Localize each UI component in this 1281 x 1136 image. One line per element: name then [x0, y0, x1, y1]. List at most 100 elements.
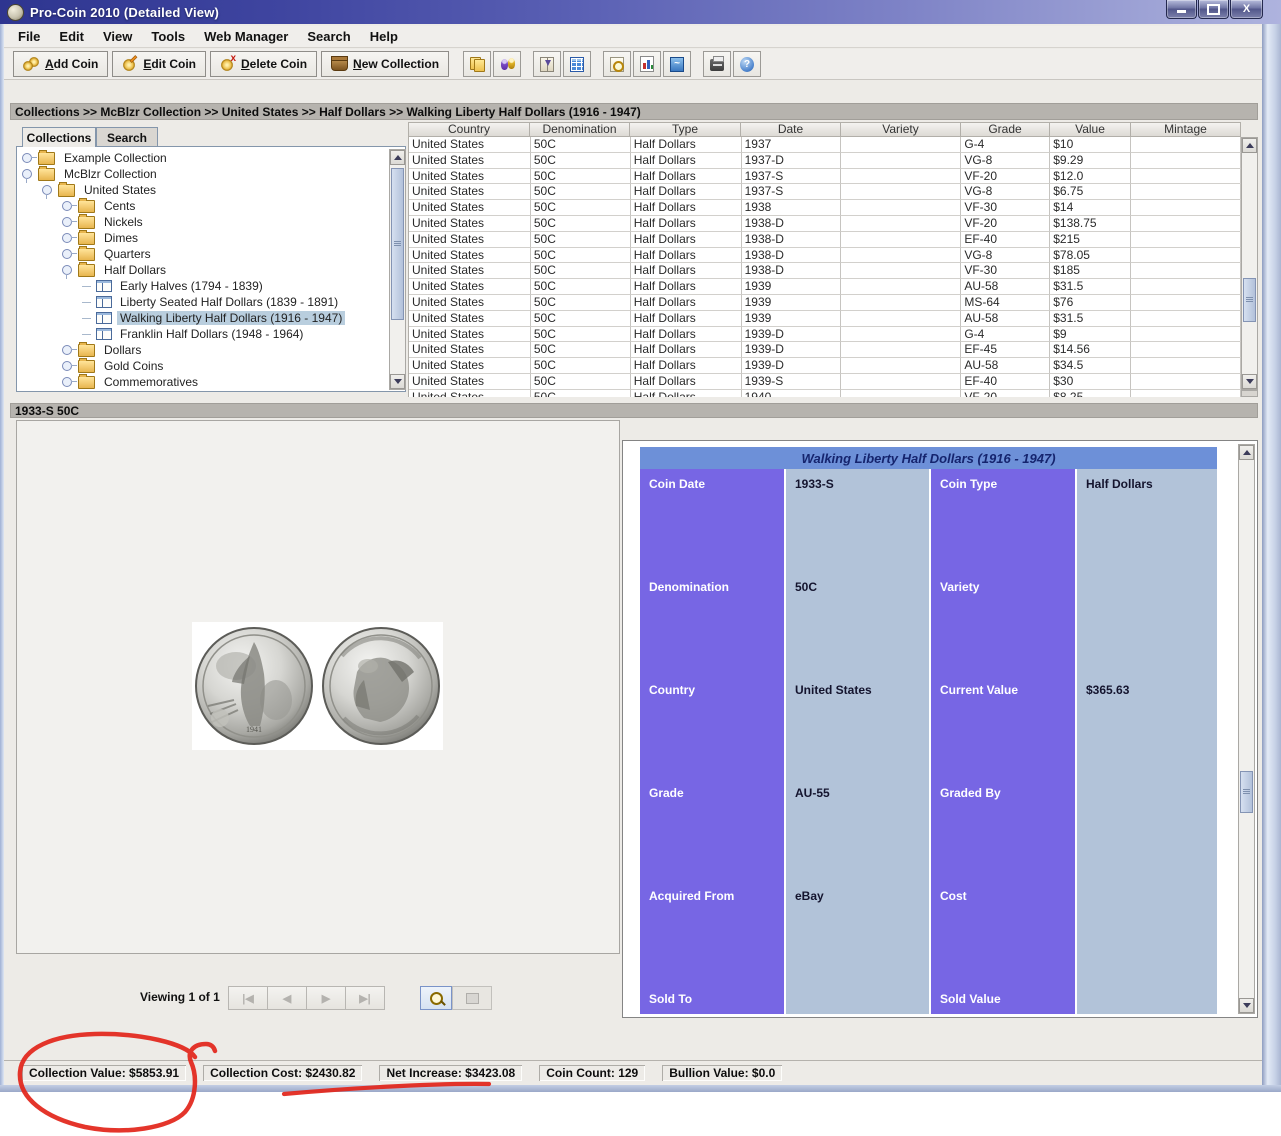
new-collection-button[interactable]: New Collection: [321, 51, 449, 77]
table-row[interactable]: United States50CHalf Dollars1937-SVG-8$6…: [409, 184, 1241, 200]
detail-scroll-up-button[interactable]: [1239, 445, 1254, 460]
tree-item-mcblzr-collection[interactable]: McBlzr Collection: [18, 166, 388, 182]
menu-edit[interactable]: Edit: [59, 29, 84, 44]
column-header-date[interactable]: Date: [741, 122, 841, 137]
nav-next-button[interactable]: ▶: [307, 986, 346, 1010]
print-button[interactable]: [703, 51, 731, 77]
help-button[interactable]: [733, 51, 761, 77]
table-row[interactable]: United States50CHalf Dollars1937-DVG-8$9…: [409, 153, 1241, 169]
column-header-country[interactable]: Country: [408, 122, 530, 137]
table-row[interactable]: United States50CHalf Dollars1938-DEF-40$…: [409, 232, 1241, 248]
nav-prev-button[interactable]: ◀: [268, 986, 307, 1010]
column-header-mintage[interactable]: Mintage: [1131, 122, 1241, 137]
menu-view[interactable]: View: [103, 29, 132, 44]
table-row[interactable]: United States50CHalf Dollars1938VF-30$14: [409, 200, 1241, 216]
zoom-image-button[interactable]: [420, 986, 452, 1010]
table-row[interactable]: United States50CHalf Dollars1939-DEF-45$…: [409, 342, 1241, 358]
tree-expanded-handle-icon[interactable]: [42, 185, 52, 195]
delete-coin-button[interactable]: Delete Coin: [210, 51, 317, 77]
tree-item-commemoratives[interactable]: Commemoratives: [18, 374, 388, 390]
add-coin-button[interactable]: Add Coin: [13, 51, 108, 77]
tree-scroll-up-button[interactable]: [390, 150, 405, 165]
table-row[interactable]: United States50CHalf Dollars1939MS-64$76: [409, 295, 1241, 311]
column-header-variety[interactable]: Variety: [841, 122, 961, 137]
tree-scroll-down-button[interactable]: [390, 374, 405, 389]
table-cell: 50C: [531, 374, 631, 390]
detail-field-value: Half Dollars: [1077, 469, 1217, 572]
table-cell: United States: [409, 311, 531, 327]
tree-expanded-handle-icon[interactable]: [62, 265, 72, 275]
table-row[interactable]: United States50CHalf Dollars1939AU-58$31…: [409, 311, 1241, 327]
tree-item-dollars[interactable]: Dollars: [18, 342, 388, 358]
tree-item-early-halves-1794-1839[interactable]: Early Halves (1794 - 1839): [18, 278, 388, 294]
detail-scroll-thumb[interactable]: [1240, 771, 1253, 813]
table-scrollbar[interactable]: [1241, 137, 1258, 390]
copy-button[interactable]: [463, 51, 491, 77]
detail-scroll-down-button[interactable]: [1239, 998, 1254, 1013]
table-row[interactable]: United States50CHalf Dollars1939-DG-4$9: [409, 327, 1241, 343]
preview-button[interactable]: [603, 51, 631, 77]
column-header-grade[interactable]: Grade: [961, 122, 1050, 137]
menu-web-manager[interactable]: Web Manager: [204, 29, 288, 44]
import-book-button[interactable]: [533, 51, 561, 77]
detail-field-label: Sold Value: [931, 984, 1075, 1014]
tree-item-cents[interactable]: Cents: [18, 198, 388, 214]
menu-file[interactable]: File: [18, 29, 40, 44]
menu-search[interactable]: Search: [307, 29, 350, 44]
tree-item-half-dollars[interactable]: Half Dollars: [18, 262, 388, 278]
tree-collapsed-handle-icon[interactable]: [62, 345, 72, 355]
table-cell: [841, 216, 961, 232]
move-coins-button[interactable]: [493, 51, 521, 77]
edit-coin-button[interactable]: Edit Coin: [112, 51, 206, 77]
nav-last-button[interactable]: ▶|: [346, 986, 385, 1010]
tree-item-gold-coins[interactable]: Gold Coins: [18, 358, 388, 374]
column-header-type[interactable]: Type: [630, 122, 741, 137]
nav-first-button[interactable]: |◀: [228, 986, 268, 1010]
tree-collapsed-handle-icon[interactable]: [62, 233, 72, 243]
table-cell: United States: [409, 279, 531, 295]
column-header-value[interactable]: Value: [1050, 122, 1131, 137]
tree-scrollbar[interactable]: [389, 149, 406, 390]
tree-item-united-states[interactable]: United States: [18, 182, 388, 198]
tree-item-walking-liberty-half-dollars-1916-1947[interactable]: Walking Liberty Half Dollars (1916 - 194…: [18, 310, 388, 326]
table-row[interactable]: United States50CHalf Dollars1939-DAU-58$…: [409, 358, 1241, 374]
table-row[interactable]: United States50CHalf Dollars1937-SVF-20$…: [409, 169, 1241, 185]
column-header-denomination[interactable]: Denomination: [530, 122, 630, 137]
chart-button[interactable]: [633, 51, 661, 77]
tree-item-example-collection[interactable]: Example Collection: [18, 150, 388, 166]
tree-collapsed-handle-icon[interactable]: [62, 201, 72, 211]
tree-expanded-handle-icon[interactable]: [22, 169, 32, 179]
edit-image-button[interactable]: [452, 986, 492, 1010]
close-button[interactable]: X: [1230, 0, 1263, 19]
tab-collections[interactable]: Collections: [22, 127, 96, 147]
tree-item-nickels[interactable]: Nickels: [18, 214, 388, 230]
menu-tools[interactable]: Tools: [151, 29, 185, 44]
tree-item-dimes[interactable]: Dimes: [18, 230, 388, 246]
maximize-button[interactable]: [1198, 0, 1229, 19]
tree-collapsed-handle-icon[interactable]: [22, 153, 32, 163]
tree-item-franklin-half-dollars-1948-1964[interactable]: Franklin Half Dollars (1948 - 1964): [18, 326, 388, 342]
table-row[interactable]: United States50CHalf Dollars1937G-4$10: [409, 137, 1241, 153]
table-scroll-down-button[interactable]: [1242, 374, 1257, 389]
tree-scroll-thumb[interactable]: [391, 168, 404, 320]
tab-search[interactable]: Search: [96, 127, 158, 147]
report-table-button[interactable]: [563, 51, 591, 77]
menu-help[interactable]: Help: [370, 29, 398, 44]
table-row[interactable]: United States50CHalf Dollars1940VF-20$8.…: [409, 390, 1241, 397]
tree-collapsed-handle-icon[interactable]: [62, 249, 72, 259]
table-scroll-thumb[interactable]: [1243, 278, 1256, 322]
tree-item-liberty-seated-half-dollars-1839-1891[interactable]: Liberty Seated Half Dollars (1839 - 1891…: [18, 294, 388, 310]
minimize-button[interactable]: [1166, 0, 1197, 19]
table-row[interactable]: United States50CHalf Dollars1938-DVF-20$…: [409, 216, 1241, 232]
tree-item-quarters[interactable]: Quarters: [18, 246, 388, 262]
tree-collapsed-handle-icon[interactable]: [62, 377, 72, 387]
table-row[interactable]: United States50CHalf Dollars1939-SEF-40$…: [409, 374, 1241, 390]
tree-collapsed-handle-icon[interactable]: [62, 217, 72, 227]
table-scroll-up-button[interactable]: [1242, 138, 1257, 153]
graph-button[interactable]: [663, 51, 691, 77]
table-row[interactable]: United States50CHalf Dollars1938-DVG-8$7…: [409, 248, 1241, 264]
table-row[interactable]: United States50CHalf Dollars1939AU-58$31…: [409, 279, 1241, 295]
table-row[interactable]: United States50CHalf Dollars1938-DVF-30$…: [409, 263, 1241, 279]
detail-scrollbar[interactable]: [1238, 444, 1255, 1014]
tree-collapsed-handle-icon[interactable]: [62, 361, 72, 371]
